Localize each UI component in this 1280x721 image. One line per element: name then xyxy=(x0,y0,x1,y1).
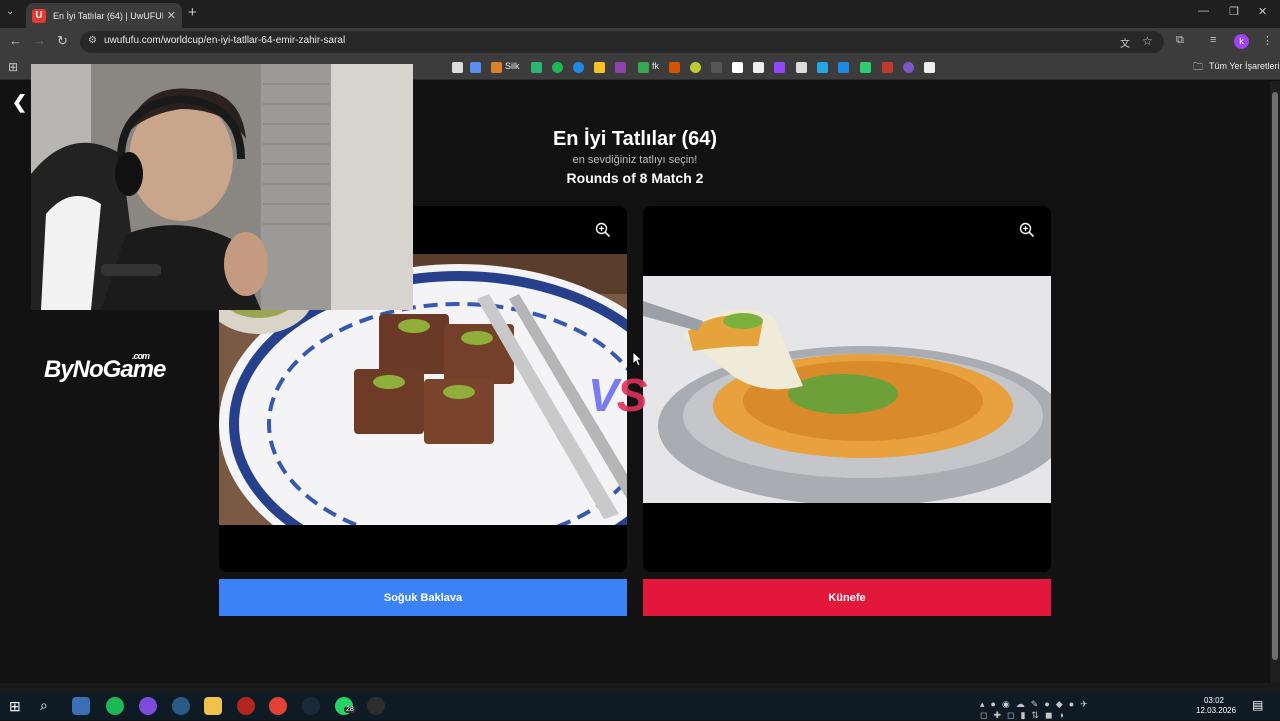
close-window-icon[interactable]: ✕ xyxy=(1258,5,1267,18)
page-back-icon[interactable]: ❮ xyxy=(12,92,27,113)
all-bookmarks-label[interactable]: Tüm Yer İşaretleri xyxy=(1209,61,1280,71)
tab-close-icon[interactable]: ✕ xyxy=(167,9,176,22)
task-view-icon[interactable] xyxy=(72,697,90,715)
kunefe-image[interactable] xyxy=(643,276,1051,503)
file-explorer-icon[interactable] xyxy=(204,697,222,715)
bookmark-icon[interactable] xyxy=(882,62,893,73)
forward-icon[interactable]: → xyxy=(33,33,46,48)
bookmark-icon[interactable] xyxy=(796,62,807,73)
new-tab-icon[interactable]: + xyxy=(188,4,197,21)
bookmark-icon[interactable] xyxy=(594,62,605,73)
spotify-icon[interactable] xyxy=(552,62,563,73)
chrome-taskbar-icon[interactable] xyxy=(269,697,287,715)
choose-soguk-baklava-button[interactable]: Soğuk Baklava xyxy=(219,579,627,616)
bookmark-icon[interactable] xyxy=(903,62,914,73)
system-tray-icons[interactable]: ▴●◉☁✎●◆●✈◻✚◻▮⇅◼◑ xyxy=(980,699,1180,720)
steam-taskbar-icon[interactable] xyxy=(302,697,320,715)
vs-label: VS xyxy=(588,369,647,421)
reload-icon[interactable]: ↻ xyxy=(57,33,68,49)
clock-date: 12.03.2026 xyxy=(1196,706,1237,715)
profile-avatar[interactable]: k xyxy=(1234,34,1249,49)
bookmark-icon[interactable] xyxy=(470,62,481,73)
round-indicator: Rounds of 8 Match 2 xyxy=(566,170,704,186)
bookmark-icon[interactable] xyxy=(732,62,743,73)
url-text[interactable]: uwufufu.com/worldcup/en-iyi-tatllar-64-e… xyxy=(104,35,345,46)
drive-icon[interactable] xyxy=(638,62,649,73)
taskbar-clock[interactable]: 03:02 12.03.2026 xyxy=(1196,696,1237,716)
silk-icon[interactable] xyxy=(491,62,502,73)
horizontal-scrollbar[interactable] xyxy=(0,683,1280,692)
bookmark-silk-label[interactable]: Silk xyxy=(505,61,520,71)
bookmark-icon[interactable] xyxy=(690,62,701,73)
bookmark-icon[interactable] xyxy=(669,62,680,73)
zoom-in-icon[interactable] xyxy=(1019,222,1035,238)
minimize-icon[interactable]: — xyxy=(1198,5,1209,17)
bookmark-icon[interactable] xyxy=(753,62,764,73)
search-icon[interactable]: ⌕ xyxy=(40,697,48,714)
bookmark-icon[interactable] xyxy=(531,62,542,73)
bookmark-icon[interactable] xyxy=(573,62,584,73)
notifications-icon[interactable]: ▤ xyxy=(1252,698,1263,712)
tab-search-icon[interactable]: ⌄ xyxy=(6,6,14,17)
page-subtitle: en sevdiğiniz tatlıyı seçin! xyxy=(572,154,698,166)
bookmark-star-icon[interactable]: ☆ xyxy=(1142,34,1153,48)
translate-icon[interactable]: 文 xyxy=(1120,35,1130,50)
bookmark-icon[interactable] xyxy=(615,62,626,73)
bookmark-icon[interactable] xyxy=(924,62,935,73)
windows-taskbar: ⊞ ⌕ 28 ▴●◉☁✎●◆●✈◻✚◻▮⇅◼◑ ▤ xyxy=(0,692,1280,720)
mouse-cursor-icon xyxy=(632,351,642,367)
tab-title: En İyi Tatlılar (64) | UwUFUFU xyxy=(53,10,163,21)
folder-icon[interactable]: 🗀 xyxy=(1193,60,1203,77)
app-taskbar-icon[interactable] xyxy=(139,697,157,715)
apps-icon[interactable]: ⊞ xyxy=(8,60,18,74)
scrollbar-thumb[interactable] xyxy=(1272,92,1278,660)
spotify-taskbar-icon[interactable] xyxy=(106,697,124,715)
browser-toolbar: ← → ↻ ⚙ uwufufu.com/worldcup/en-iyi-tatl… xyxy=(0,28,1280,55)
sponsor-suffix: .com xyxy=(132,351,150,361)
back-icon[interactable]: ← xyxy=(9,33,22,48)
choose-kunefe-button[interactable]: Künefe xyxy=(643,579,1051,616)
webcam-overlay xyxy=(31,64,413,310)
whatsapp-badge: 28 xyxy=(344,706,356,713)
tab-favicon-icon: U xyxy=(32,8,46,23)
tab-strip: ⌄ U En İyi Tatlılar (64) | UwUFUFU ✕ + —… xyxy=(0,0,1280,28)
restore-icon[interactable]: ❐ xyxy=(1229,5,1239,18)
media-control-icon[interactable]: ≡ xyxy=(1210,34,1216,46)
extensions-icon[interactable]: ⧉ xyxy=(1176,34,1184,47)
bookmark-icon[interactable] xyxy=(838,62,849,73)
app-taskbar-icon[interactable] xyxy=(367,697,385,715)
clock-time: 03:02 xyxy=(1203,696,1225,705)
app-taskbar-icon[interactable] xyxy=(172,697,190,715)
bookmark-icon[interactable] xyxy=(860,62,871,73)
browser-tab[interactable]: U En İyi Tatlılar (64) | UwUFUFU ✕ xyxy=(26,3,182,28)
choice-card-right[interactable] xyxy=(643,206,1051,572)
address-bar[interactable]: ⚙ uwufufu.com/worldcup/en-iyi-tatllar-64… xyxy=(80,31,1164,53)
bookmark-icon[interactable] xyxy=(452,62,463,73)
menu-icon[interactable]: ⋮ xyxy=(1262,34,1273,47)
sponsor-logo: ByNoGame .com xyxy=(44,351,166,384)
bookmark-icon[interactable] xyxy=(711,62,722,73)
page-title: En İyi Tatlılar (64) xyxy=(552,128,718,150)
bookmark-icon[interactable] xyxy=(817,62,828,73)
app-taskbar-icon[interactable] xyxy=(237,697,255,715)
zoom-in-icon[interactable] xyxy=(595,222,611,238)
site-info-icon[interactable]: ⚙ xyxy=(88,35,97,46)
twitch-icon[interactable] xyxy=(774,62,785,73)
bookmark-fk-label[interactable]: fk xyxy=(652,61,659,71)
windows-start-icon[interactable]: ⊞ xyxy=(9,698,21,715)
